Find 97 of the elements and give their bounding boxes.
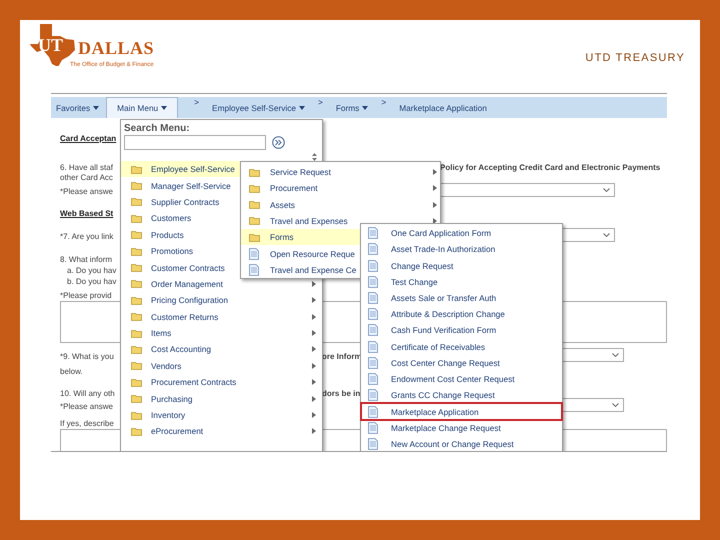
question-text: b. Do you hav <box>66 277 118 286</box>
folder-icon <box>131 197 142 206</box>
question-text: *Please provid <box>60 291 113 300</box>
section-heading: Card Acceptan <box>60 134 118 143</box>
dropdown-field[interactable] <box>440 183 615 197</box>
menu-item[interactable]: eProcurement <box>121 423 322 440</box>
slide-title: UTD TREASURY <box>585 52 685 64</box>
document-icon <box>368 243 378 256</box>
document-icon <box>368 356 378 369</box>
menu-item[interactable]: Pricing Configuration <box>121 292 322 309</box>
menu-item[interactable]: Assets <box>241 196 440 213</box>
menu-item[interactable]: Customer Returns <box>121 308 322 325</box>
question-text: *Please answe <box>60 402 114 410</box>
document-icon <box>368 438 378 450</box>
menu-item[interactable]: Vendors <box>121 358 322 374</box>
nav-menu-item[interactable]: Marketplace Application <box>394 97 492 118</box>
section-heading: Web Based St <box>60 209 114 218</box>
document-icon <box>368 324 378 336</box>
nav-menu-item[interactable]: Forms <box>330 97 374 118</box>
menu-item[interactable]: New Account or Change Request <box>361 436 562 451</box>
menu-item[interactable]: Certificate of Receivables <box>361 338 562 355</box>
question-text: *Please answe <box>60 186 114 196</box>
folder-icon <box>249 184 260 193</box>
menu-item[interactable]: Change Request <box>361 257 562 274</box>
question-text: below. <box>60 366 84 376</box>
question-text: 8. What inform <box>60 255 114 264</box>
folder-icon <box>131 279 142 288</box>
chevron-down-icon <box>612 353 619 357</box>
menu-item[interactable]: Order Management <box>121 276 322 292</box>
folder-icon <box>131 230 142 240</box>
document-icon <box>368 227 378 240</box>
document-icon <box>368 422 378 434</box>
nav-menu-item[interactable]: Main Menu <box>106 97 178 118</box>
document-icon <box>368 389 378 402</box>
folder-icon <box>131 378 142 387</box>
menu-item[interactable]: Purchasing <box>121 390 322 407</box>
menu-item[interactable]: Items <box>121 324 322 342</box>
question-text: a. Do you hav <box>66 266 118 275</box>
menu-item[interactable]: Procurement Contracts <box>121 374 322 390</box>
document-icon <box>368 340 378 353</box>
folder-icon <box>131 426 142 436</box>
question-text: If yes, describe <box>60 418 115 428</box>
folder-icon <box>131 312 142 322</box>
document-icon <box>368 292 378 304</box>
breadcrumb-separator: > <box>381 97 386 109</box>
breadcrumb-separator: > <box>194 97 200 109</box>
document-icon <box>368 260 378 272</box>
document-icon <box>368 406 378 418</box>
folder-icon <box>249 200 260 210</box>
question-text: *9. What is you <box>60 352 115 360</box>
search-label: Search Menu: <box>124 123 191 134</box>
folder-icon <box>131 410 142 420</box>
menu-item[interactable]: Marketplace Application <box>361 403 562 420</box>
document-icon <box>368 276 378 288</box>
folder-icon <box>131 164 142 174</box>
menu-item[interactable]: Inventory <box>121 406 322 424</box>
question-text: 10. Will any oth <box>60 388 116 398</box>
folder-icon <box>131 263 142 272</box>
question-text: *7. Are you link <box>60 232 114 240</box>
nav-menu-item[interactable]: Favorites <box>51 97 104 118</box>
folder-icon <box>131 214 142 223</box>
document-icon <box>249 248 259 260</box>
menu-item[interactable]: Cash Fund Verification Form <box>361 322 562 339</box>
folder-icon <box>131 181 142 190</box>
logo-text: DALLAS <box>78 38 154 58</box>
nav-menu-item[interactable]: Employee Self-Service <box>207 97 310 118</box>
scroll-arrows-icon[interactable] <box>312 153 317 161</box>
document-icon <box>368 308 378 320</box>
question-text: dors be in <box>322 388 360 398</box>
question-text: 6. Have all staf <box>60 162 114 172</box>
menu-item[interactable]: Cost Accounting <box>121 341 322 358</box>
chevron-down-icon <box>603 188 610 192</box>
folder-icon <box>249 232 260 242</box>
menu-item[interactable]: Attribute & Description Change <box>361 306 562 322</box>
search-field[interactable] <box>124 135 266 150</box>
folder-icon <box>131 246 142 256</box>
menu-item[interactable]: Test Change <box>361 274 562 290</box>
logo-text: UT <box>38 36 64 54</box>
menu-item[interactable]: Assets Sale or Transfer Auth <box>361 290 562 306</box>
breadcrumb-separator: > <box>318 97 323 109</box>
menu-item[interactable]: Cost Center Change Request <box>361 354 562 371</box>
folder-icon <box>249 216 260 226</box>
folder-icon <box>249 168 260 177</box>
menu-item[interactable]: Grants CC Change Request <box>361 387 562 404</box>
folder-icon <box>131 394 142 404</box>
question-text: other Card Acc <box>60 172 114 182</box>
folder-icon <box>131 361 142 370</box>
document-icon <box>368 373 378 386</box>
menu-item[interactable]: Marketplace Change Request <box>361 420 562 436</box>
folder-icon <box>131 328 142 338</box>
chevron-down-icon <box>603 233 610 237</box>
search-go-button[interactable] <box>272 136 285 149</box>
folder-icon <box>131 296 142 305</box>
chevron-down-icon <box>612 403 619 407</box>
menu-item[interactable]: Endowment Cost Center Request <box>361 370 562 388</box>
document-icon <box>249 264 259 276</box>
menu-item[interactable]: Procurement <box>241 180 440 197</box>
